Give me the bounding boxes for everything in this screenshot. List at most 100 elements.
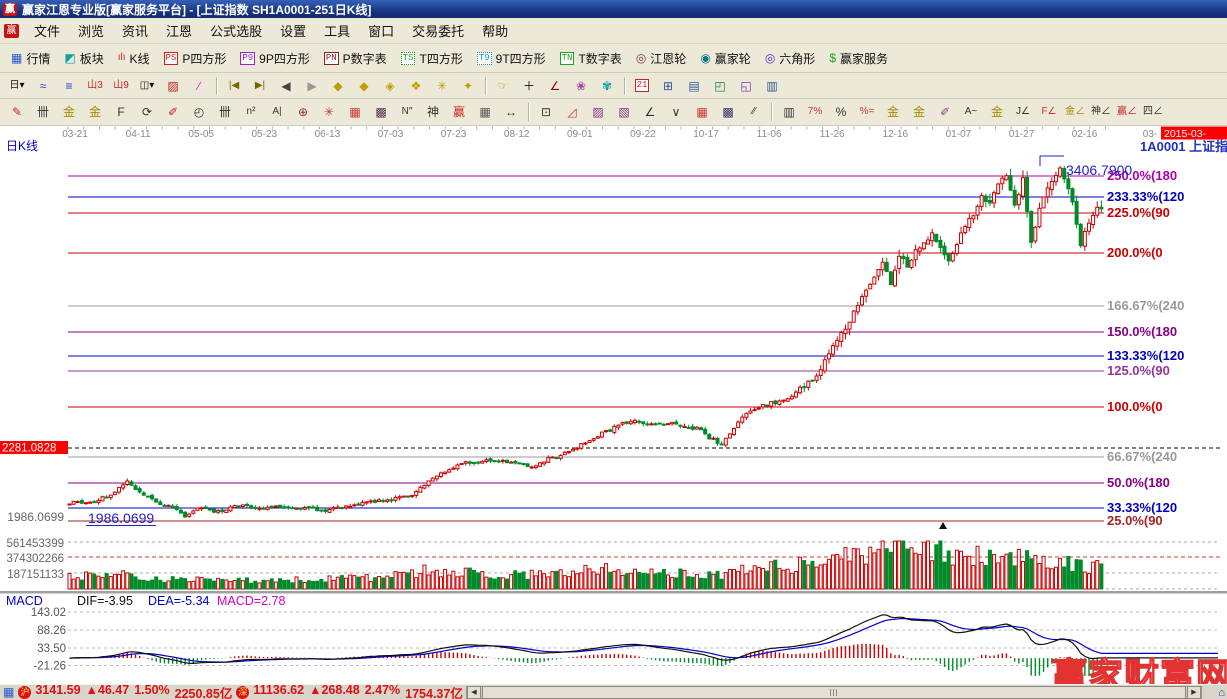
- menu-交易委托[interactable]: 交易委托: [403, 21, 473, 42]
- box-plus-button[interactable]: ⊡: [533, 101, 559, 123]
- t-square-button[interactable]: TST四方形: [394, 47, 470, 70]
- grid-dark-button[interactable]: ▩: [715, 101, 741, 123]
- calculator-button[interactable]: ⊞: [655, 75, 681, 97]
- gann-web-button[interactable]: ✳: [316, 101, 342, 123]
- shen-angle-button[interactable]: 神∠: [1088, 101, 1114, 123]
- p-square-button[interactable]: PSP四方形: [157, 47, 234, 70]
- menu-帮助[interactable]: 帮助: [473, 21, 517, 42]
- flower-tool-button[interactable]: ❀: [568, 75, 594, 97]
- nav-first-button[interactable]: |◀: [221, 75, 247, 97]
- ying-ruler-button[interactable]: 赢: [446, 101, 472, 123]
- hexagon-button[interactable]: ◎六角形: [758, 47, 823, 70]
- export-button[interactable]: ◱: [733, 75, 759, 97]
- gann-pencil-button[interactable]: ✎: [4, 101, 30, 123]
- percent-line-button[interactable]: %=: [854, 101, 880, 123]
- spiral-button[interactable]: ⟳: [134, 101, 160, 123]
- percent-strike-button[interactable]: 7%: [802, 101, 828, 123]
- angle-tool-button[interactable]: ∠: [542, 75, 568, 97]
- n-marks-button[interactable]: N″: [394, 101, 420, 123]
- nav-prev-button[interactable]: ◀: [273, 75, 299, 97]
- zoom-out-star-button[interactable]: ✳: [429, 75, 455, 97]
- status-corner-icon[interactable]: ⌂: [1218, 687, 1225, 699]
- zoom-horizontal-button[interactable]: ◈: [377, 75, 403, 97]
- wave-v-button[interactable]: ∨: [663, 101, 689, 123]
- gold-line-2-button[interactable]: 金: [984, 101, 1010, 123]
- gann-clock-button[interactable]: ◴: [186, 101, 212, 123]
- candle-style-button[interactable]: ◫▾: [134, 75, 160, 97]
- zoom-right-button[interactable]: ◆: [351, 75, 377, 97]
- gold-circle-button[interactable]: 金: [880, 101, 906, 123]
- winner-service-button[interactable]: $赢家服务: [822, 47, 895, 70]
- scrollbar-thumb[interactable]: [482, 686, 1186, 699]
- menu-公式选股[interactable]: 公式选股: [201, 21, 271, 42]
- bars-ruler-button[interactable]: ▥: [776, 101, 802, 123]
- print-button[interactable]: ▥: [759, 75, 785, 97]
- angle-line-button[interactable]: ∠: [637, 101, 663, 123]
- overlay-3-button[interactable]: 山3: [82, 75, 108, 97]
- web-box-button[interactable]: ▦: [342, 101, 368, 123]
- grid-red-button[interactable]: ▦: [689, 101, 715, 123]
- percent-button[interactable]: %: [828, 101, 854, 123]
- red-pencil-button[interactable]: ✐: [160, 101, 186, 123]
- gold-angle-button[interactable]: 金∠: [1062, 101, 1088, 123]
- t-number-table-button[interactable]: TNT数字表: [553, 47, 629, 70]
- period-selector-button[interactable]: 日▾: [4, 75, 30, 97]
- wave-a-button[interactable]: A~: [958, 101, 984, 123]
- save-button[interactable]: ◰: [707, 75, 733, 97]
- gold-ruler-1-button[interactable]: 金: [56, 101, 82, 123]
- scroll-right-arrow-icon[interactable]: ▶: [1187, 686, 1201, 699]
- horizontal-scrollbar[interactable]: ◀ ▶: [466, 686, 1202, 699]
- crosshair-tool-button[interactable]: ＋: [516, 75, 542, 97]
- smart-tool-button[interactable]: ✾: [594, 75, 620, 97]
- fan-lines-button[interactable]: ◿: [559, 101, 585, 123]
- minute-chart-button[interactable]: ∕: [186, 75, 212, 97]
- nav-next-button[interactable]: ▶: [299, 75, 325, 97]
- ruler-ticks-button[interactable]: 卌: [30, 101, 56, 123]
- circle-cross-button[interactable]: ⊕: [290, 101, 316, 123]
- n-squared-button[interactable]: n²: [238, 101, 264, 123]
- zoom-all-button[interactable]: ❖: [403, 75, 429, 97]
- si-angle-button[interactable]: 四∠: [1140, 101, 1166, 123]
- menu-窗口[interactable]: 窗口: [359, 21, 403, 42]
- web-box-2-button[interactable]: ▩: [368, 101, 394, 123]
- quote-grid-icon[interactable]: ▦: [3, 686, 14, 698]
- nav-last-button[interactable]: ▶|: [247, 75, 273, 97]
- span-arrows-button[interactable]: ↔: [498, 101, 524, 123]
- menu-江恩[interactable]: 江恩: [157, 21, 201, 42]
- mirror-a-button[interactable]: A|: [264, 101, 290, 123]
- pattern-box-button[interactable]: ▨: [160, 75, 186, 97]
- j-angle-button[interactable]: J∠: [1010, 101, 1036, 123]
- 9t-square-button[interactable]: T99T四方形: [470, 47, 553, 70]
- gold-ruler-2-button[interactable]: 金: [82, 101, 108, 123]
- f-angle-button[interactable]: F∠: [1036, 101, 1062, 123]
- menu-浏览[interactable]: 浏览: [69, 21, 113, 42]
- f-ruler-button[interactable]: F: [108, 101, 134, 123]
- market-button[interactable]: ▦行情: [4, 47, 57, 70]
- gann-wheel-button[interactable]: ◎江恩轮: [629, 47, 694, 70]
- calendar-button[interactable]: 21: [629, 75, 655, 97]
- fan-box-button[interactable]: ▨: [585, 101, 611, 123]
- zoom-left-button[interactable]: ◆: [325, 75, 351, 97]
- menu-工具[interactable]: 工具: [315, 21, 359, 42]
- overlay-9-button[interactable]: 山9: [108, 75, 134, 97]
- brush-button[interactable]: ✐: [932, 101, 958, 123]
- p-number-table-button[interactable]: PNP数字表: [317, 47, 394, 70]
- hand-tool-button[interactable]: ☞: [490, 75, 516, 97]
- winner-wheel-button[interactable]: ◉赢家轮: [693, 47, 758, 70]
- parallel-lines-button[interactable]: ∕∕: [741, 101, 767, 123]
- gold-line-button[interactable]: 金: [906, 101, 932, 123]
- ying-angle-button[interactable]: 赢∠: [1114, 101, 1140, 123]
- quote-detail-button[interactable]: ≡: [56, 75, 82, 97]
- ray-box-button[interactable]: ▧: [611, 101, 637, 123]
- menu-文件[interactable]: 文件: [25, 21, 69, 42]
- menu-设置[interactable]: 设置: [271, 21, 315, 42]
- kline-button[interactable]: ılıK线: [111, 47, 157, 70]
- sectors-button[interactable]: ◩板块: [57, 47, 110, 70]
- tick-ruler-2-button[interactable]: 卌: [212, 101, 238, 123]
- notes-button[interactable]: ▤: [681, 75, 707, 97]
- scroll-left-arrow-icon[interactable]: ◀: [467, 686, 481, 699]
- trend-line-mode-button[interactable]: ≈: [30, 75, 56, 97]
- zoom-in-star-button[interactable]: ✦: [455, 75, 481, 97]
- menu-资讯[interactable]: 资讯: [113, 21, 157, 42]
- grid-123-button[interactable]: ▦: [472, 101, 498, 123]
